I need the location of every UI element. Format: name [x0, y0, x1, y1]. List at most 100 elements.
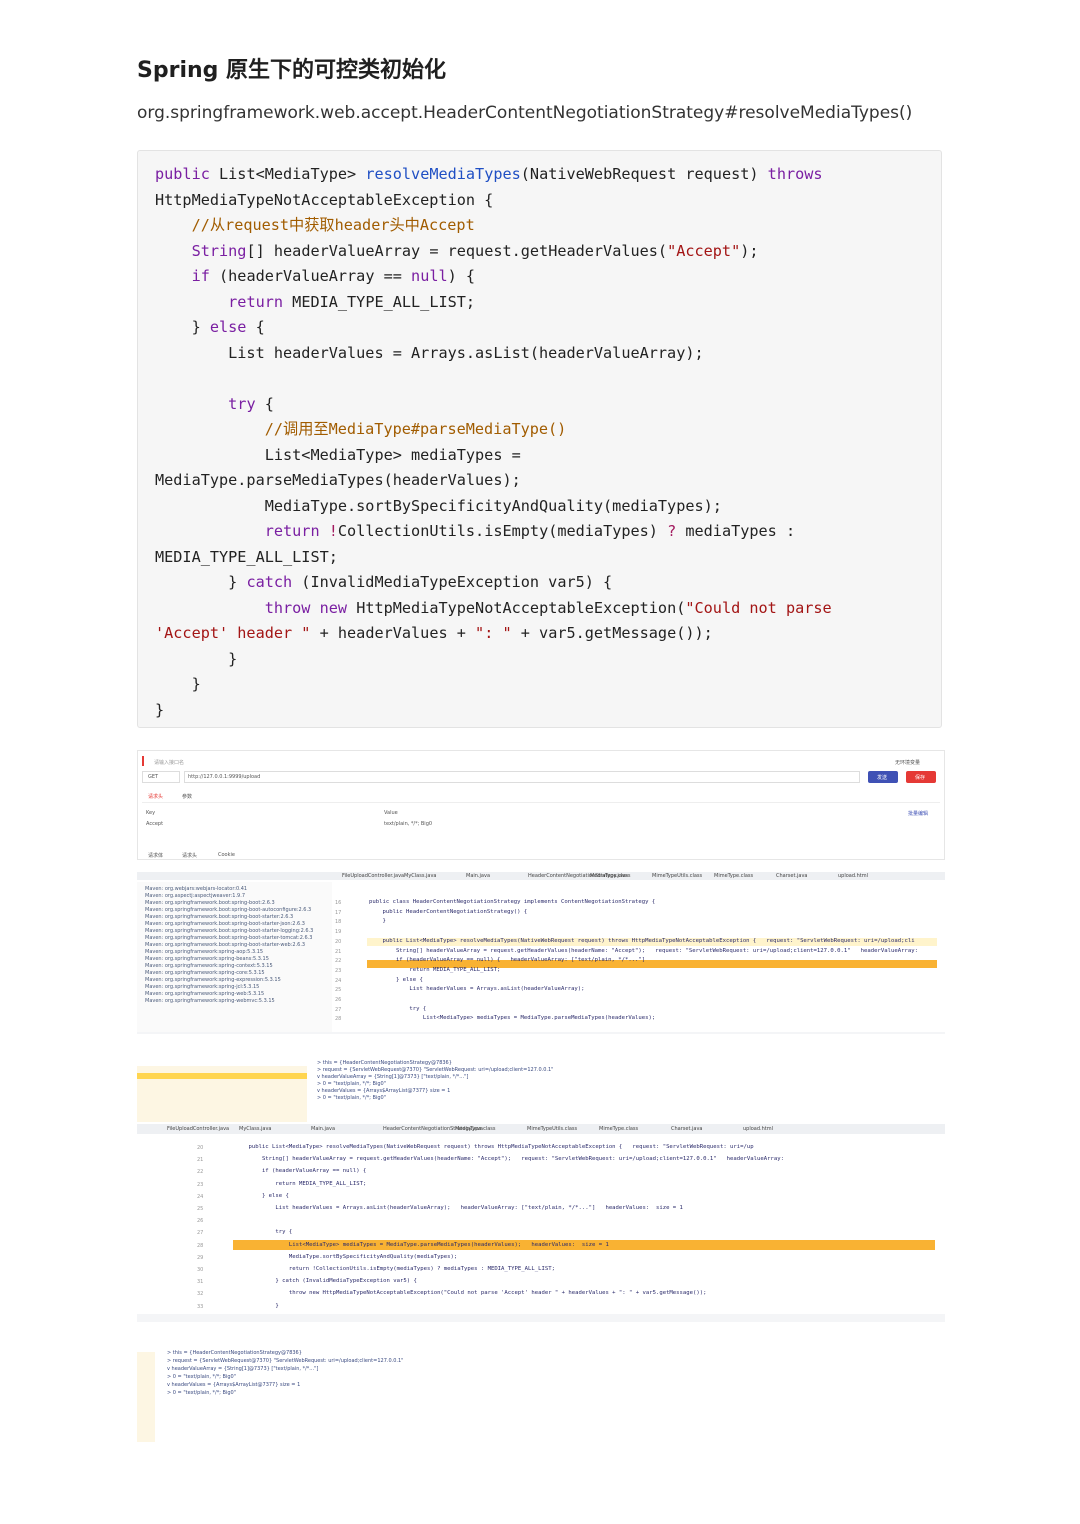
env-select[interactable]: 无环境变量: [895, 759, 920, 766]
line-number: 20: [335, 938, 342, 945]
code-token: MediaType.parseMediaTypes(headerValues);: [155, 471, 521, 489]
file-tab: MimeType.class: [714, 873, 754, 879]
code-line: return MEDIA_TYPE_ALL_LIST;: [155, 290, 832, 316]
editor-line: String[] headerValueArray = request.getH…: [369, 947, 918, 954]
code-token: MEDIA_TYPE_ALL_LIST;: [283, 292, 476, 311]
line-number: 25: [335, 987, 342, 994]
code-line: MEDIA_TYPE_ALL_LIST;: [155, 545, 832, 571]
bottom-tab-cookie[interactable]: Cookie: [218, 852, 235, 858]
code-token: public: [155, 165, 220, 183]
tree-item: Maven: org.springframework:spring-webmvc…: [145, 998, 275, 1004]
line-number: 21: [197, 1157, 204, 1164]
tree-item: Maven: org.springframework:spring-web:5.…: [145, 991, 265, 997]
editor-line: if (headerValueArray == null) { headerVa…: [369, 957, 646, 964]
tree-item: Maven: org.springframework.boot:spring-b…: [145, 928, 314, 934]
code-token: (InvalidMediaTypeException var5) {: [292, 573, 613, 591]
editor-line: try {: [235, 1229, 293, 1236]
code-token: }: [155, 318, 210, 336]
line-number: 27: [335, 1006, 342, 1013]
variable-entry: v headerValueArray = {String[1]@7373} ["…: [167, 1366, 319, 1372]
code-token: "Could not parse: [685, 598, 832, 617]
bottom-tab-headers[interactable]: 请求头: [182, 852, 197, 859]
file-tab: MediaType.class: [590, 873, 631, 879]
code-line: //调用至MediaType#parseMediaType(): [155, 417, 832, 443]
tree-item: Maven: org.springframework.boot:spring-b…: [145, 921, 305, 927]
code-token: throw: [264, 598, 311, 617]
code-token: if: [191, 267, 210, 285]
code-token: List<MediaType>: [219, 165, 366, 183]
bulk-edit-link[interactable]: 批量编辑: [908, 810, 928, 817]
save-label: 保存: [915, 775, 926, 781]
accent-marker: [142, 756, 144, 766]
tree-item: Maven: org.springframework:spring-jcl:5.…: [145, 984, 260, 990]
col-value: Value: [384, 810, 398, 816]
ide-screenshot: FileUploadController.java MyClass.java Mai…: [137, 872, 945, 1444]
line-number: 23: [335, 967, 342, 974]
send-button[interactable]: 发送: [868, 771, 898, 783]
line-number: 24: [335, 977, 342, 984]
code-line: MediaType.sortBySpecificityAndQuality(me…: [155, 494, 832, 520]
api-name-input[interactable]: 请输入接口名: [154, 759, 184, 766]
divider: [142, 802, 940, 803]
code-token: ": ": [475, 624, 512, 642]
code-line: } else {: [155, 315, 832, 341]
code-token: return: [228, 292, 284, 311]
selected-frame[interactable]: [137, 1073, 307, 1079]
save-button[interactable]: 保存: [906, 771, 936, 783]
col-key: Key: [146, 810, 156, 816]
code-token: new: [319, 598, 348, 617]
code-listing: public List<MediaType> resolveMediaTypes…: [155, 162, 832, 723]
code-line: HttpMediaTypeNotAcceptableException {: [155, 188, 832, 214]
code-token: try: [228, 394, 256, 413]
header-value[interactable]: text/plain, */*; Big0: [384, 821, 432, 827]
file-tab: FileUploadController.java: [342, 873, 405, 879]
file-tab-strip-bottom: FileUploadController.java MyClass.java Mai…: [167, 1126, 907, 1134]
code-token: !: [319, 522, 338, 540]
variable-entry: > 0 = "text/plain, */*; Big0": [167, 1374, 236, 1380]
line-number: 21: [335, 948, 342, 955]
editor-line: MediaType.sortBySpecificityAndQuality(me…: [235, 1253, 458, 1260]
code-token: List headerValues = Arrays.asList(header…: [155, 343, 704, 362]
tab-params[interactable]: 参数: [182, 793, 192, 800]
tab-headers[interactable]: 请求头: [148, 793, 163, 800]
line-gutter-bottom: 20 21 22 23 24 25 26 27 28 29 30 31 32 33: [197, 1145, 211, 1315]
bottom-tab-body[interactable]: 请求体: [148, 852, 163, 859]
file-tab: upload.html: [743, 1126, 774, 1132]
code-token: {: [255, 394, 274, 413]
header-key[interactable]: Accept: [146, 821, 163, 827]
editor-line: public class HeaderContentNegotiationStr…: [369, 899, 656, 905]
tree-item: Maven: org.springframework.boot:spring-b…: [145, 942, 306, 948]
code-token: (NativeWebRequest request): [520, 165, 768, 183]
code-token: }: [155, 675, 201, 693]
editor-line: }: [235, 1302, 279, 1309]
line-number: 19: [335, 929, 342, 936]
file-tab: MimeTypeUtils.class: [652, 873, 703, 879]
file-tab: Main.java: [466, 873, 491, 879]
file-tab: MyClass.java: [239, 1126, 272, 1132]
tree-item: Maven: org.springframework:spring-expres…: [145, 977, 281, 983]
code-line: try {: [155, 392, 832, 418]
tree-item: Maven: org.springframework.boot:spring-b…: [145, 914, 294, 920]
code-line: List<MediaType> mediaTypes =: [155, 443, 832, 469]
file-tab-strip: FileUploadController.java MyClass.java Mai…: [342, 873, 942, 880]
line-number: 33: [197, 1303, 204, 1310]
tree-item: Maven: org.springframework.boot:spring-b…: [145, 935, 313, 941]
code-token: return: [264, 522, 320, 540]
editor-line: public List<MediaType> resolveMediaTypes…: [369, 937, 915, 944]
url-text: http://127.0.0.1:9999/upload: [188, 774, 261, 780]
code-token: //调用至MediaType#parseMediaType(): [264, 420, 567, 438]
line-number: 25: [197, 1206, 204, 1212]
code-token: "Accept": [667, 241, 741, 260]
editor-code-bottom: public List<MediaType> resolveMediaTypes…: [235, 1144, 935, 1314]
editor-line: if (headerValueArray == null) {: [235, 1168, 367, 1175]
line-number: 26: [197, 1218, 204, 1225]
url-input[interactable]: [184, 771, 860, 783]
editor-line: } else {: [369, 976, 423, 983]
